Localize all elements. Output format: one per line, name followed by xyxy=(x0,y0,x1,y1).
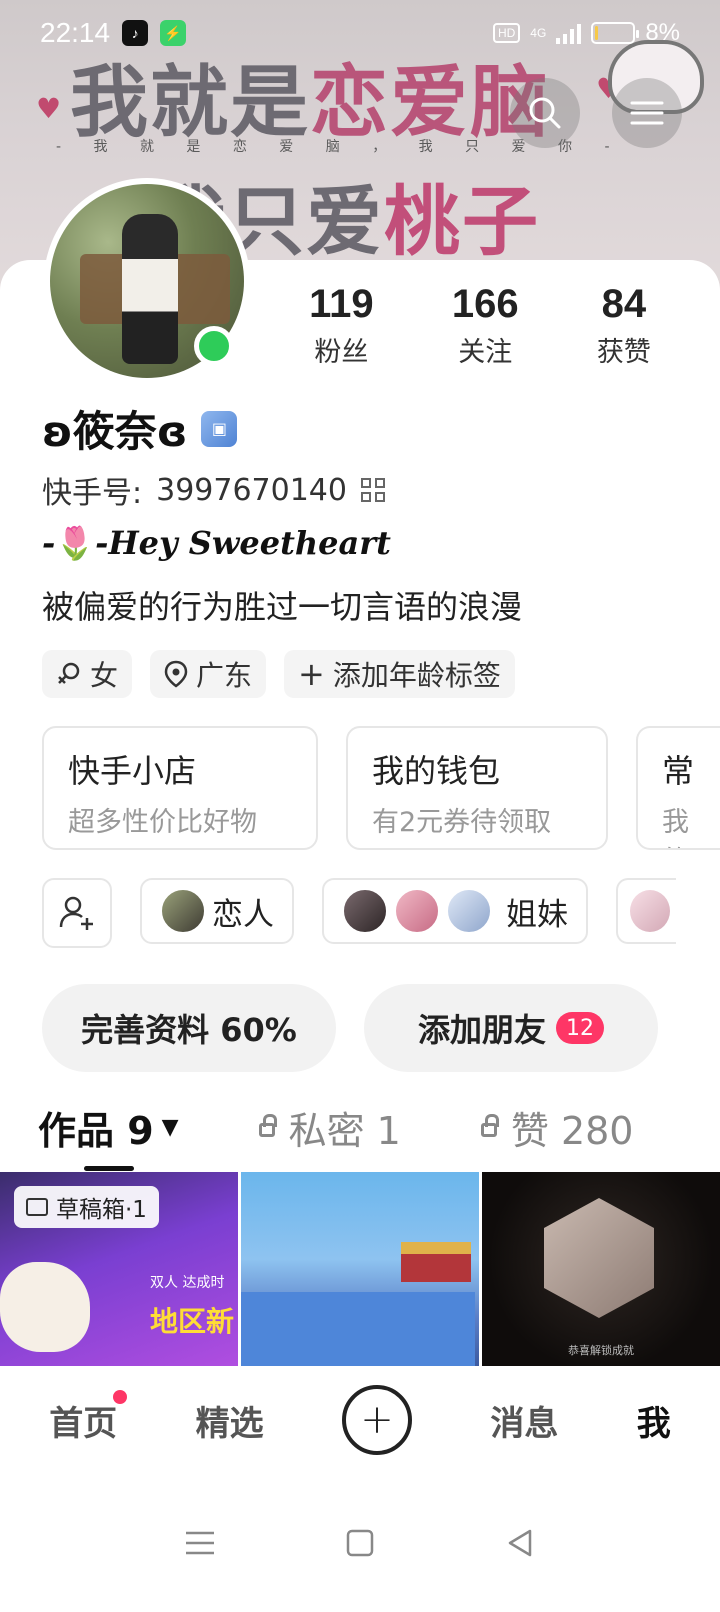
lock-icon xyxy=(480,1113,499,1137)
notification-dot xyxy=(113,1389,128,1404)
search-icon xyxy=(529,97,561,129)
complete-profile-button[interactable]: 完善资料 60% xyxy=(42,984,336,1072)
nav-messages[interactable]: 消息 xyxy=(490,1396,558,1445)
home-button[interactable] xyxy=(340,1523,380,1563)
bio-line-2: 被偏爱的行为胜过一切言语的浪漫 xyxy=(42,588,523,626)
create-button[interactable]: + xyxy=(341,1385,412,1455)
tab-likes[interactable]: 赞 280 xyxy=(480,1100,633,1155)
battery-level xyxy=(595,26,599,40)
charging-notification-icon: ⚡ xyxy=(160,20,187,46)
friend-group-lover[interactable]: 恋人 xyxy=(140,878,294,944)
caret-down-icon: ▼ xyxy=(161,1115,179,1140)
menu-icon xyxy=(630,101,664,125)
friend-group-partial[interactable] xyxy=(616,878,676,944)
add-friend-button[interactable]: 添加朋友 12 xyxy=(364,984,658,1072)
back-triangle-icon xyxy=(508,1529,532,1557)
battery-icon xyxy=(591,22,640,44)
works-grid: 草稿箱·1 双人 达成时 地区新 恭喜解锁成就 xyxy=(0,1172,720,1366)
plus-icon: + xyxy=(298,655,325,693)
profile-stats: 119 粉丝 166 关注 84 获赞 xyxy=(270,282,690,369)
bottom-nav: 首页 精选 + 消息 我 xyxy=(0,1366,720,1474)
work-tile-3[interactable]: 恭喜解锁成就 xyxy=(482,1172,720,1366)
qr-code-icon[interactable] xyxy=(360,478,385,502)
plus-icon: + xyxy=(360,1397,394,1443)
content-tabs: 作品 9 ▼ 私密 1 赞 280 xyxy=(38,1100,633,1171)
card-partial[interactable]: 常 我的 xyxy=(636,726,720,850)
status-time: 22:14 xyxy=(40,17,111,48)
recents-icon xyxy=(186,1531,214,1555)
profile-tags: 女 广东 + 添加年龄标签 xyxy=(42,650,515,698)
draft-box-badge: 草稿箱·1 xyxy=(14,1186,159,1228)
avatar xyxy=(160,888,206,934)
battery-percent: 8% xyxy=(645,19,680,46)
friend-group-sisters[interactable]: 姐妹 xyxy=(322,878,588,944)
nav-featured[interactable]: 精选 xyxy=(196,1396,264,1445)
stat-followers[interactable]: 119 粉丝 xyxy=(309,282,374,369)
add-friend-group-button[interactable] xyxy=(42,878,112,948)
menu-button[interactable] xyxy=(612,78,682,148)
tag-add-age[interactable]: + 添加年龄标签 xyxy=(284,650,515,698)
nav-me[interactable]: 我 xyxy=(637,1396,671,1445)
tag-location[interactable]: 广东 xyxy=(150,650,267,698)
heart-decoration: ♥ xyxy=(36,92,62,125)
kuaishou-id-row[interactable]: 快手号: 3997670140 xyxy=(42,468,385,512)
female-icon xyxy=(58,662,80,684)
avatar xyxy=(342,888,388,934)
back-button[interactable] xyxy=(500,1523,540,1563)
profile-name[interactable]: ʚ筱奈ɞ xyxy=(42,398,187,459)
work-tile-drafts[interactable]: 草稿箱·1 双人 达成时 地区新 xyxy=(0,1172,238,1366)
tab-private[interactable]: 私密 1 xyxy=(258,1100,401,1155)
stat-likes[interactable]: 84 获赞 xyxy=(597,282,651,369)
service-cards: 快手小店 超多性价比好物 我的钱包 有2元券待领取 常 我的 xyxy=(42,726,720,850)
tile-title: 地区新 xyxy=(150,1305,235,1338)
hd-voice-icon: HD xyxy=(492,23,521,43)
signal-icon xyxy=(556,22,582,44)
lock-icon xyxy=(258,1113,277,1137)
nav-home[interactable]: 首页 xyxy=(49,1389,128,1445)
folder-icon xyxy=(26,1198,48,1216)
avatar xyxy=(394,888,440,934)
friend-groups: 恋人 姐妹 xyxy=(42,878,676,948)
card-kuaishou-shop[interactable]: 快手小店 超多性价比好物 xyxy=(42,726,318,850)
tiktok-notification-icon: ♪ xyxy=(122,20,149,46)
tab-works[interactable]: 作品 9 ▼ xyxy=(38,1100,179,1171)
id-value: 3997670140 xyxy=(156,472,347,508)
system-nav-bar xyxy=(0,1474,720,1612)
stat-following[interactable]: 166 关注 xyxy=(452,282,519,369)
verified-badge-icon[interactable]: ▣ xyxy=(201,410,238,447)
tag-gender[interactable]: 女 xyxy=(42,650,133,698)
tulip-icon: 🌷 xyxy=(55,524,96,562)
work-tile-2[interactable] xyxy=(241,1172,479,1366)
recents-button[interactable] xyxy=(180,1523,220,1563)
card-my-wallet[interactable]: 我的钱包 有2元券待领取 xyxy=(346,726,608,850)
name-row: ʚ筱奈ɞ ▣ xyxy=(42,398,238,459)
add-user-icon xyxy=(59,896,93,930)
bio-line-1: -🌷-Hey Sweetheart xyxy=(42,524,391,562)
friend-request-count-badge: 12 xyxy=(556,1012,604,1044)
location-pin-icon xyxy=(164,660,188,688)
id-label: 快手号: xyxy=(42,476,143,511)
avatar xyxy=(446,888,492,934)
profile-actions: 完善资料 60% 添加朋友 12 xyxy=(42,984,658,1072)
search-button[interactable] xyxy=(510,78,580,148)
online-status-dot xyxy=(194,326,234,366)
status-bar: 22:14 ♪ ⚡ HD 4G 8% xyxy=(0,0,720,66)
achievement-badge-image xyxy=(544,1198,654,1318)
tile-tag: 双人 达成时 xyxy=(150,1275,225,1291)
home-square-icon xyxy=(346,1529,374,1557)
network-type: 4G xyxy=(530,26,547,40)
avatar xyxy=(628,888,672,934)
